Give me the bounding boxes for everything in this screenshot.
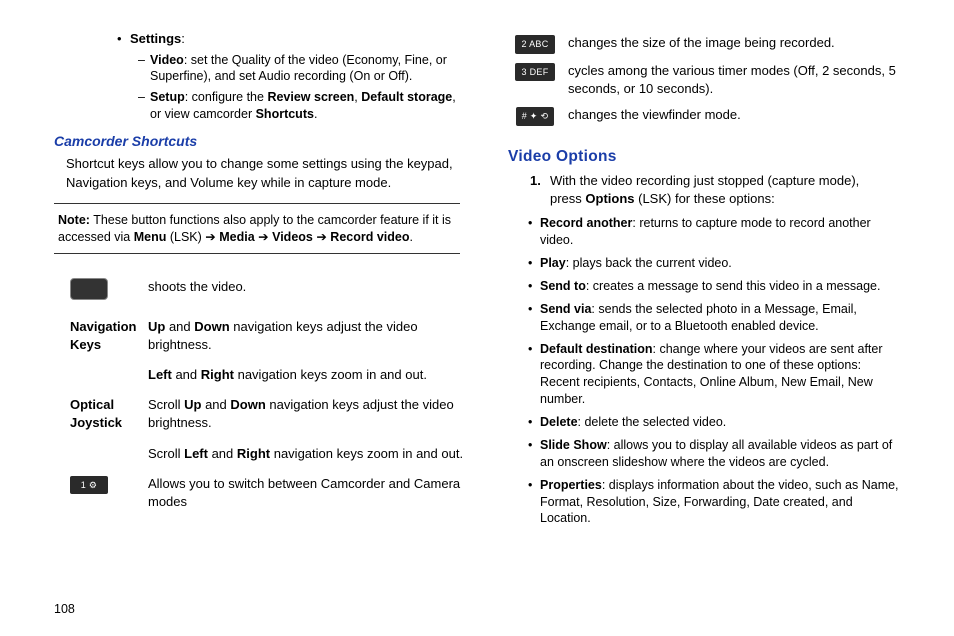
table-row: shoots the video.: [66, 272, 480, 311]
table-row: Navigation Keys Up and Down navigation k…: [66, 312, 480, 360]
opt-record-another: Record another: returns to capture mode …: [528, 215, 904, 249]
shortcut-table: shoots the video. Navigation Keys Up and…: [66, 272, 480, 517]
left-column: Settings: Video: set the Quality of the …: [50, 30, 464, 592]
video-dash: Video: set the Quality of the video (Eco…: [130, 52, 464, 86]
opt-slide-show: Slide Show: allows you to display all av…: [528, 437, 904, 471]
opt-play: Play: plays back the current video.: [528, 255, 904, 272]
video-options-heading: Video Options: [508, 148, 904, 166]
settings-bullet: Settings: Video: set the Quality of the …: [120, 30, 464, 123]
right-keys-table: 2 ABC changes the size of the image bein…: [508, 30, 904, 130]
opt-default-destination: Default destination: change where your v…: [528, 341, 904, 409]
key2-desc: changes the size of the image being reco…: [562, 30, 904, 58]
optical-joystick-label: Optical Joystick: [66, 390, 144, 438]
opt-delete: Delete: delete the selected video.: [528, 414, 904, 431]
opt-send-to: Send to: creates a message to send this …: [528, 278, 904, 295]
key-1-icon: 1 ⚙: [70, 476, 108, 495]
key-hash-icon: # ✦ ⟲: [516, 107, 555, 126]
key4-desc: changes the viewfinder mode.: [562, 102, 904, 130]
options-list: Record another: returns to capture mode …: [490, 215, 904, 527]
setup-label: Setup: [150, 90, 185, 104]
page-number: 108: [50, 592, 904, 616]
nav-keys-label: Navigation Keys: [66, 312, 144, 360]
video-desc: : set the Quality of the video (Economy,…: [150, 53, 447, 84]
table-row: Optical Joystick Scroll Up and Down navi…: [66, 390, 480, 438]
row4-desc: Allows you to switch between Camcorder a…: [144, 469, 480, 517]
table-row: 2 ABC changes the size of the image bein…: [508, 30, 904, 58]
table-row: # ✦ ⟲ changes the viewfinder mode.: [508, 102, 904, 130]
right-column: 2 ABC changes the size of the image bein…: [490, 30, 904, 592]
video-label: Video: [150, 53, 184, 67]
camera-key-icon: [70, 278, 108, 300]
table-row: Left and Right navigation keys zoom in a…: [66, 360, 480, 390]
settings-label: Settings: [130, 31, 181, 46]
key-3-icon: 3 DEF: [515, 63, 554, 82]
opt-send-via: Send via: sends the selected photo in a …: [528, 301, 904, 335]
step-1: 1. With the video recording just stopped…: [530, 172, 904, 210]
table-row: 1 ⚙ Allows you to switch between Camcord…: [66, 469, 480, 517]
table-row: 3 DEF cycles among the various timer mod…: [508, 58, 904, 102]
key-2-icon: 2 ABC: [515, 35, 554, 54]
row1-desc: shoots the video.: [144, 272, 480, 311]
step-1-number: 1.: [530, 172, 541, 191]
table-row: Scroll Left and Right navigation keys zo…: [66, 439, 480, 469]
camcorder-para: Shortcut keys allow you to change some s…: [50, 155, 464, 193]
key3-desc: cycles among the various timer modes (Of…: [562, 58, 904, 102]
note-box: Note: These button functions also apply …: [54, 203, 460, 255]
setup-dash: Setup: configure the Review screen, Defa…: [130, 89, 464, 123]
note-label: Note:: [58, 213, 90, 227]
camcorder-shortcuts-heading: Camcorder Shortcuts: [50, 133, 464, 149]
opt-properties: Properties: displays information about t…: [528, 477, 904, 528]
